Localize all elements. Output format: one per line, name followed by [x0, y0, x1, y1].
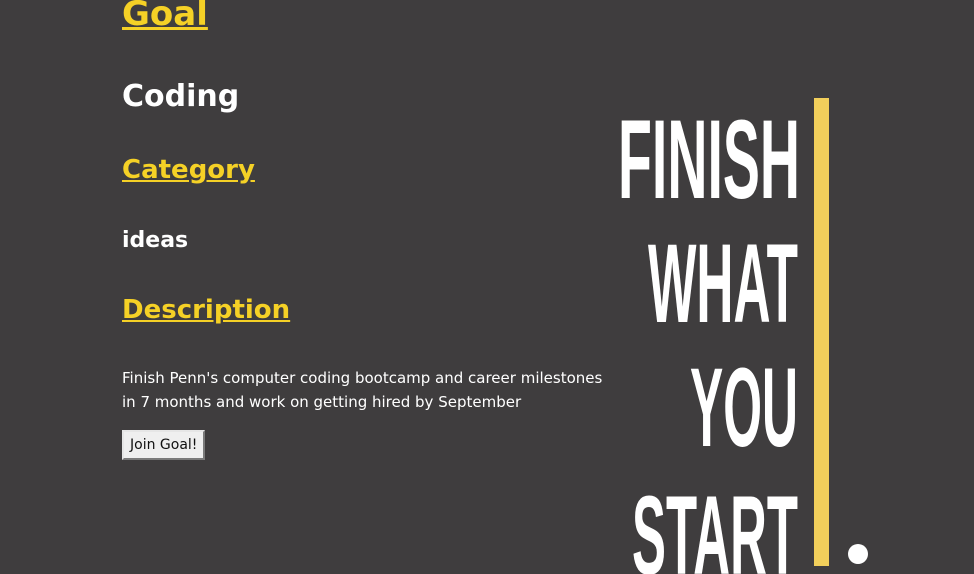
join-goal-button[interactable]: Join Goal!	[122, 430, 206, 460]
poster-accent-bar	[814, 98, 829, 566]
description-heading-link[interactable]: Description	[122, 293, 290, 327]
category-value: ideas	[122, 228, 189, 253]
category-heading-link[interactable]: Category	[122, 153, 255, 187]
description-text: Finish Penn's computer coding bootcamp a…	[122, 369, 603, 411]
poster-line-what: WHAT	[648, 221, 798, 346]
poster-graphic: FINISH WHAT YOU START	[618, 97, 868, 574]
poster-line-finish: FINISH	[618, 97, 800, 222]
poster-line-start: START	[632, 473, 798, 574]
poster-line-you: YOU	[690, 345, 798, 470]
goal-detail-page: Goal Coding Category ideas Description F…	[0, 0, 974, 574]
goal-heading-link[interactable]: Goal	[122, 0, 208, 36]
goal-title: Coding	[122, 79, 240, 114]
poster-period-dot	[848, 544, 868, 564]
finish-what-you-start-poster-image: FINISH WHAT YOU START	[614, 88, 884, 574]
